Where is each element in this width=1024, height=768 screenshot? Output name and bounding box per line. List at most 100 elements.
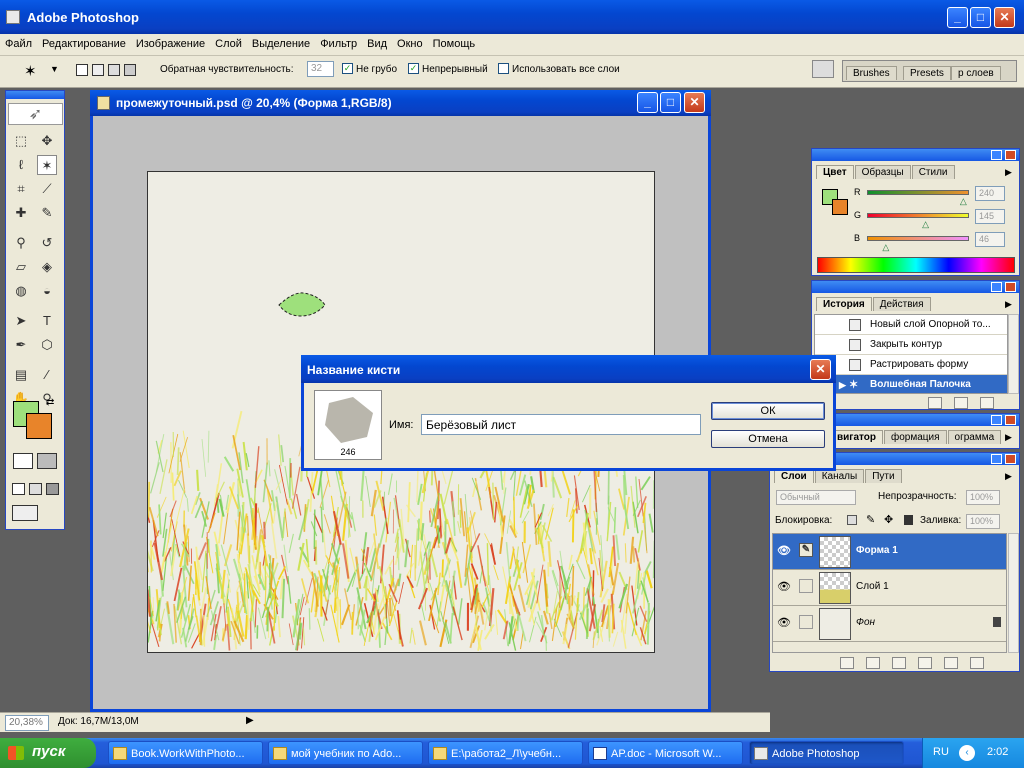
tray-arrow-icon[interactable]: ‹	[959, 745, 975, 761]
tolerance-input[interactable]: 32	[307, 61, 334, 77]
r-slider-thumb-icon[interactable]: △	[960, 196, 967, 207]
history-brush-icon[interactable]: ↺	[37, 233, 57, 253]
slice-icon[interactable]: ⟋	[37, 179, 57, 199]
selection-intersect-icon[interactable]	[124, 64, 136, 76]
fill-input[interactable]: 100%	[966, 514, 1000, 529]
new-layer-icon[interactable]	[944, 657, 958, 669]
pen-icon[interactable]: ✒	[11, 335, 31, 355]
adjustment-layer-icon[interactable]	[918, 657, 932, 669]
panel-bg-swatch[interactable]	[832, 199, 848, 215]
b-slider[interactable]	[867, 236, 969, 241]
menu-image[interactable]: Изображение	[131, 34, 210, 50]
delete-state-icon[interactable]	[980, 397, 994, 409]
lock-position-icon[interactable]: ✥	[884, 513, 893, 526]
r-slider[interactable]	[867, 190, 969, 195]
history-item[interactable]: Растрировать форму	[815, 355, 1007, 375]
layer-row[interactable]: 👁 Слой 1	[773, 570, 1006, 606]
layer-mask-icon[interactable]	[866, 657, 880, 669]
layers-scrollbar[interactable]	[1008, 533, 1019, 653]
menu-layer[interactable]: Слой	[210, 34, 247, 50]
layer-visibility-eye-icon[interactable]: 👁	[777, 580, 791, 593]
history-item-active[interactable]: ▶ ✶ Волшебная Палочка	[815, 375, 1007, 393]
taskbar-item[interactable]: Book.WorkWithPhoto...	[108, 741, 263, 765]
dodge-icon[interactable]: ◒	[37, 281, 57, 301]
menu-window[interactable]: Окно	[392, 34, 428, 50]
opacity-input[interactable]: 100%	[966, 490, 1000, 505]
taskbar-item[interactable]: E:\работа2_Л\учебн...	[428, 741, 583, 765]
lasso-icon[interactable]: ℓ	[11, 155, 31, 175]
navigator-panel-menu-icon[interactable]: ▶	[1005, 432, 1012, 443]
move-icon[interactable]: ✥	[37, 131, 57, 151]
magic-wand-icon[interactable]: ✶	[37, 155, 57, 175]
new-document-from-state-icon[interactable]	[928, 397, 942, 409]
selection-subtract-icon[interactable]	[108, 64, 120, 76]
color-panel-menu-icon[interactable]: ▶	[1005, 167, 1012, 178]
delete-layer-icon[interactable]	[970, 657, 984, 669]
taskbar-item[interactable]: мой учебник по Ado...	[268, 741, 423, 765]
layer-visibility-eye-icon[interactable]: 👁	[777, 544, 791, 557]
g-slider[interactable]	[867, 213, 969, 218]
notes-icon[interactable]: ▤	[11, 365, 31, 385]
history-panel-minimize-icon[interactable]	[991, 282, 1002, 292]
layer-row-selected[interactable]: 👁 ✎ Форма 1	[773, 534, 1006, 570]
tab-histogram[interactable]: ограмма	[947, 430, 1002, 444]
contiguous-checkbox[interactable]: ✓	[408, 63, 419, 74]
path-select-icon[interactable]: ➤	[11, 311, 31, 331]
well-tab-layer-comps[interactable]: р слоев	[951, 66, 1001, 80]
history-item[interactable]: Новый слой Опорной то...	[815, 315, 1007, 335]
taskbar-item-active[interactable]: Adobe Photoshop	[749, 741, 904, 765]
preset-dropdown-arrow-icon[interactable]: ▼	[50, 64, 59, 74]
clone-stamp-icon[interactable]: ⚲	[11, 233, 31, 253]
color-panel-close-icon[interactable]	[1005, 150, 1016, 160]
ok-button[interactable]: ОК	[711, 402, 825, 420]
layer-visibility-eye-icon[interactable]: 👁	[777, 616, 791, 629]
type-icon[interactable]: T	[37, 311, 57, 331]
swap-colors-icon[interactable]: ⇄	[46, 397, 54, 408]
app-maximize-button[interactable]: □	[970, 7, 991, 28]
eyedropper-icon[interactable]: ⁄	[37, 365, 57, 385]
selection-add-icon[interactable]	[92, 64, 104, 76]
menu-view[interactable]: Вид	[362, 34, 392, 50]
lock-all-icon[interactable]	[904, 515, 913, 525]
tab-swatches[interactable]: Образцы	[854, 165, 911, 179]
marquee-icon[interactable]: ⬚	[11, 131, 31, 151]
brush-name-input[interactable]: Берёзовый лист	[421, 414, 701, 435]
history-scrollbar[interactable]	[1008, 314, 1019, 394]
new-snapshot-icon[interactable]	[954, 397, 968, 409]
r-value-input[interactable]: 240	[975, 186, 1005, 201]
dialog-close-button[interactable]: ✕	[810, 359, 831, 380]
screen-mode-full-menu-icon[interactable]	[29, 483, 42, 495]
layers-panel-minimize-icon[interactable]	[991, 454, 1002, 464]
menu-edit[interactable]: Редактирование	[37, 34, 131, 50]
navigator-panel-close-icon[interactable]	[1005, 415, 1016, 425]
standard-mode-icon[interactable]	[13, 453, 33, 469]
blur-icon[interactable]: ◍	[11, 281, 31, 301]
eraser-icon[interactable]: ▱	[11, 257, 31, 277]
layers-panel-menu-icon[interactable]: ▶	[1005, 471, 1012, 482]
menu-file[interactable]: Файл	[0, 34, 37, 50]
file-browser-icon[interactable]	[812, 60, 834, 78]
layer-link-box[interactable]	[799, 579, 813, 593]
tab-color[interactable]: Цвет	[816, 165, 854, 179]
quick-mask-mode-icon[interactable]	[37, 453, 57, 469]
status-menu-arrow-icon[interactable]: ▶	[246, 715, 254, 726]
screen-mode-standard-icon[interactable]	[12, 483, 25, 495]
document-minimize-button[interactable]: _	[637, 92, 658, 113]
color-spectrum-bar[interactable]	[817, 257, 1015, 273]
tab-styles[interactable]: Стили	[911, 165, 955, 179]
antialias-checkbox[interactable]: ✓	[342, 63, 353, 74]
new-group-icon[interactable]	[892, 657, 906, 669]
well-tab-brushes[interactable]: Brushes	[846, 66, 897, 80]
tab-info[interactable]: формация	[884, 430, 947, 444]
tab-channels[interactable]: Каналы	[814, 469, 865, 483]
layers-panel-close-icon[interactable]	[1005, 454, 1016, 464]
tab-layers[interactable]: Слои	[774, 469, 814, 483]
magic-wand-preset-icon[interactable]: ✶	[24, 62, 37, 80]
menu-select[interactable]: Выделение	[247, 34, 315, 50]
document-close-button[interactable]: ✕	[684, 92, 705, 113]
layer-style-icon[interactable]	[840, 657, 854, 669]
all-layers-checkbox[interactable]	[498, 63, 509, 74]
tab-paths[interactable]: Пути	[865, 469, 902, 483]
start-button[interactable]: пуск	[0, 738, 96, 768]
language-indicator[interactable]: RU	[933, 746, 949, 758]
